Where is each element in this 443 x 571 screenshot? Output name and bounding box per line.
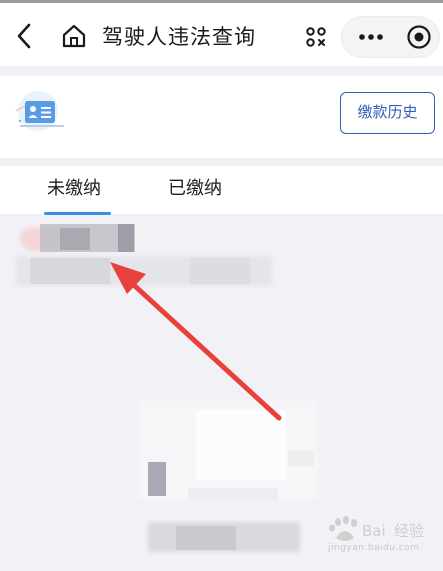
driver-info-card: 缴款历史 bbox=[0, 76, 443, 158]
home-icon bbox=[62, 24, 86, 48]
page-title: 驾驶人违法查询 bbox=[102, 25, 256, 49]
scan-button[interactable] bbox=[296, 17, 336, 57]
close-miniprogram-button[interactable] bbox=[402, 17, 440, 57]
watermark-url: jingyan.baidu.com bbox=[328, 543, 420, 553]
tab-bar: 未缴纳 已缴纳 bbox=[0, 166, 443, 215]
svg-text:Bai: Bai bbox=[362, 522, 386, 540]
chevron-left-icon bbox=[17, 23, 31, 49]
payment-history-button[interactable]: 缴款历史 bbox=[340, 92, 435, 134]
tab-paid[interactable]: 已缴纳 bbox=[168, 174, 222, 200]
back-button[interactable] bbox=[12, 21, 38, 51]
baidu-jingyan-watermark: Bai 经验 jingyan.baidu.com bbox=[318, 514, 443, 571]
scan-icon bbox=[306, 27, 326, 47]
tab-unpaid[interactable]: 未缴纳 bbox=[47, 174, 101, 200]
more-button[interactable] bbox=[342, 17, 400, 57]
baidu-paw-logo: Bai 经验 bbox=[329, 516, 424, 541]
top-navigation-bar: 驾驶人违法查询 bbox=[0, 0, 443, 66]
svg-text:经验: 经验 bbox=[394, 522, 424, 540]
home-button[interactable] bbox=[60, 22, 88, 50]
more-dots-icon bbox=[359, 34, 383, 40]
driver-license-icon bbox=[14, 91, 68, 137]
miniprogram-capsule bbox=[341, 16, 440, 58]
close-miniprogram-icon bbox=[407, 25, 431, 49]
active-tab-indicator bbox=[44, 212, 111, 215]
